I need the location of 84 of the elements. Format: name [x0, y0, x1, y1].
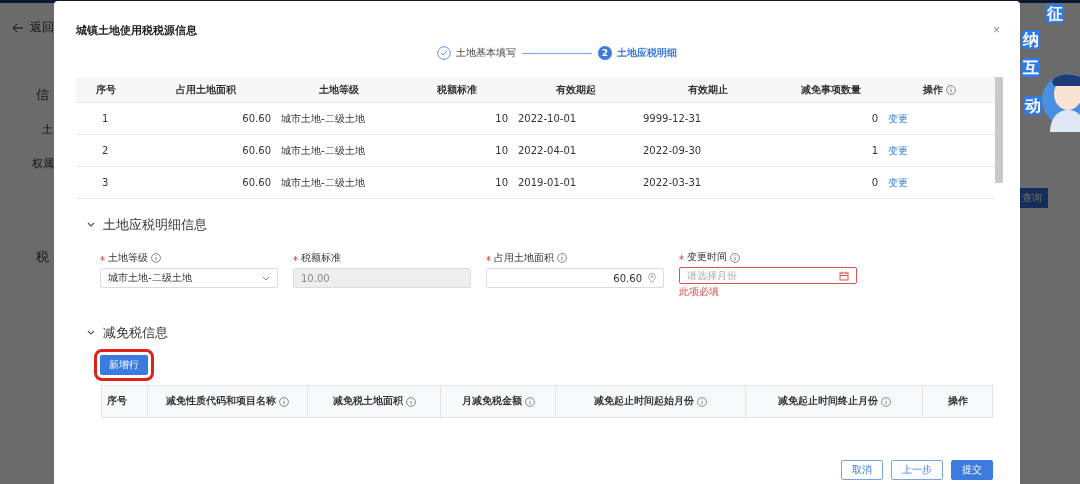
column-header: 减免事项数量	[800, 82, 861, 97]
submit-button[interactable]: 提交	[951, 460, 993, 480]
field-label: 土	[42, 122, 53, 137]
mascot-label[interactable]: 纳	[1022, 30, 1040, 49]
footer-button[interactable]: 取消	[841, 460, 883, 480]
table-cell-text: 2022-09-30	[642, 145, 703, 156]
column-header: 有效期止	[688, 82, 728, 97]
table-cell-text: 1	[870, 145, 879, 156]
column-header: 月减免税金额	[461, 395, 522, 408]
chevron-icon[interactable]	[87, 330, 95, 336]
table-cell-text: 10	[494, 113, 509, 124]
column-header: 土地等级	[318, 82, 359, 97]
scrollbar-thumb[interactable]	[995, 77, 1003, 183]
info-icon	[945, 84, 956, 95]
field-label: 变更时间	[687, 251, 727, 264]
column-header: 减免起止时间终止月份	[777, 395, 878, 408]
mascot-label[interactable]: 互	[1022, 58, 1040, 77]
table-cell-text: 2022-03-31	[642, 177, 703, 188]
info-icon	[697, 396, 707, 407]
month-picker-field[interactable]: 请选择月份	[679, 267, 857, 284]
check-circle-icon	[437, 46, 451, 60]
column-header: 减免性质代码和项目名称	[166, 395, 276, 408]
chevron-down-icon	[262, 275, 270, 281]
change-link[interactable]: 变更	[888, 176, 908, 188]
info-icon	[151, 253, 161, 263]
table-cell-text: 10	[494, 145, 509, 156]
change-link[interactable]: 变更	[888, 144, 908, 156]
table-cell-text: 城市土地-二级土地	[280, 143, 366, 158]
field-label: 权属	[32, 156, 54, 171]
back-arrow-icon[interactable]	[12, 22, 24, 33]
table-cell-text: 城市土地-二级土地	[280, 111, 366, 126]
column-header: 减免起止时间起始月份	[594, 395, 694, 408]
mascot-label[interactable]: 动	[1024, 96, 1042, 115]
table-cell-text: 60.60	[241, 145, 272, 156]
field-label: 占用土地面积	[494, 251, 554, 265]
column-header: 税额标准	[437, 82, 477, 97]
table-cell-text: 0	[870, 177, 879, 188]
table-cell-text: 2022-10-01	[517, 113, 578, 124]
dialog-title: 城镇土地使用税税源信息	[76, 22, 197, 38]
info-icon	[279, 396, 289, 407]
info-icon	[730, 252, 740, 263]
section-title: 信	[36, 86, 49, 104]
column-header: 序号	[107, 395, 127, 408]
field-label: 税额标准	[301, 251, 341, 265]
table-cell-text: 3	[101, 177, 110, 188]
section-title: 土地应税明细信息	[103, 216, 207, 234]
field-label: 土地等级	[108, 251, 148, 265]
table-cell-text: 60.60	[241, 113, 272, 124]
mascot-label[interactable]: 征	[1046, 4, 1064, 23]
table-cell-text: 10	[494, 177, 509, 188]
table-cell-text: 60.60	[241, 177, 272, 188]
info-icon	[880, 396, 891, 407]
back-link[interactable]: 返回	[30, 19, 54, 36]
column-header: 有效期起	[555, 82, 596, 97]
section-title: 税	[36, 248, 49, 266]
table-cell-text: 9999-12-31	[642, 113, 703, 124]
close-button[interactable]: ×	[993, 23, 1000, 37]
table-cell-text: 1	[101, 113, 110, 124]
calendar-icon	[839, 270, 849, 281]
table-cell-text: 城市土地-二级土地	[280, 175, 366, 190]
table-cell-text: 2019-01-01	[517, 177, 578, 188]
chevron-icon[interactable]	[87, 222, 95, 228]
column-header: 操作	[947, 395, 968, 408]
add-row-button[interactable]: 新增行	[100, 355, 148, 375]
column-header: 序号	[96, 82, 116, 97]
table-cell-text: 0	[870, 113, 879, 124]
info-icon	[405, 396, 416, 407]
location-pin-icon	[648, 273, 656, 283]
error-message: 此项必填	[679, 285, 720, 299]
change-link[interactable]: 变更	[888, 112, 908, 124]
input-field[interactable]: 60.60	[486, 268, 664, 288]
table-cell-text: 2022-04-01	[517, 145, 578, 156]
step-label[interactable]: 土地应税明细	[617, 46, 677, 60]
info-icon	[557, 253, 567, 263]
step-label[interactable]: 土地基本填写	[456, 46, 516, 60]
table-cell-text: 2	[101, 145, 110, 156]
select-field[interactable]: 城市土地-二级土地	[100, 268, 278, 288]
column-header: 减免税土地面积	[332, 395, 403, 408]
section-title: 减免税信息	[103, 324, 168, 342]
column-header: 占用土地面积	[176, 82, 236, 97]
footer-button[interactable]: 上一步	[891, 460, 943, 480]
step-number: 2	[598, 46, 612, 60]
info-icon	[524, 396, 535, 407]
column-header: 操作	[922, 82, 943, 97]
